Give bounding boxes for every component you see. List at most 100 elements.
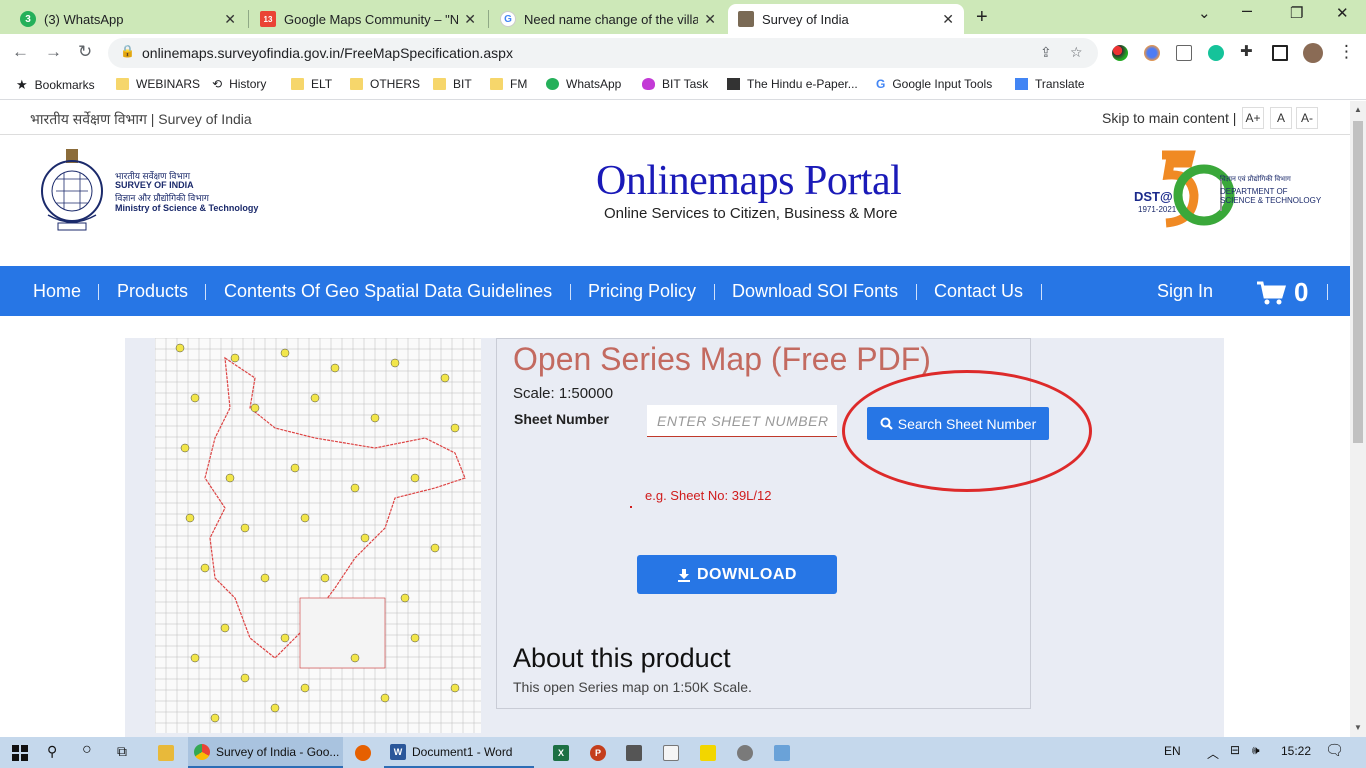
windows-start-icon[interactable] <box>12 745 28 761</box>
newspaper-icon <box>727 78 740 90</box>
close-icon[interactable]: ✕ <box>464 11 476 28</box>
scroll-up-icon[interactable]: ▲ <box>1354 105 1362 114</box>
font-decrease-button[interactable]: A- <box>1296 107 1318 129</box>
side-panel-icon[interactable] <box>1272 45 1288 61</box>
extensions-puzzle-icon[interactable]: ✚ <box>1240 42 1253 60</box>
translate-icon <box>1015 78 1028 90</box>
sheet-number-input[interactable] <box>647 405 837 437</box>
skip-to-content-link[interactable]: Skip to main content | <box>1102 110 1236 126</box>
address-bar[interactable]: 🔒 onlinemaps.surveyofindia.gov.in/FreeMa… <box>108 38 1098 68</box>
menu-icon[interactable]: ⋮ <box>1338 42 1355 62</box>
close-icon[interactable]: ✕ <box>224 11 236 28</box>
bookmark-translate[interactable]: Translate <box>1015 77 1085 91</box>
dst-50-logo[interactable]: DST@ 1971-2021 विज्ञान एवं प्रौद्योगिकी … <box>1132 149 1322 229</box>
bookmark-the-hindu[interactable]: The Hindu e-Paper... <box>727 77 858 91</box>
task-view-icon[interactable]: ⧉ <box>117 743 127 760</box>
cortana-icon[interactable]: ○ <box>82 741 92 759</box>
excel-icon[interactable]: X <box>553 745 569 761</box>
about-product-description: This open Series map on 1:50K Scale. <box>513 679 752 695</box>
bookmark-elt[interactable]: ELT <box>291 77 332 91</box>
map-preview-image <box>155 338 481 733</box>
reload-icon[interactable]: ↻ <box>78 42 92 62</box>
close-icon[interactable]: ✕ <box>942 11 954 28</box>
word-icon: W <box>390 743 406 760</box>
survey-of-india-logo[interactable]: भारतीय सर्वेक्षण विभाग SURVEY OF INDIA व… <box>38 147 288 235</box>
clock-time[interactable]: 15:22 <box>1281 744 1311 758</box>
scroll-thumb[interactable] <box>1353 121 1363 443</box>
bookmark-star-icon[interactable]: ☆ <box>1070 44 1083 61</box>
language-indicator[interactable]: EN <box>1164 744 1181 758</box>
calculator-icon[interactable] <box>626 745 642 761</box>
font-increase-button[interactable]: A+ <box>1242 107 1264 129</box>
bookmark-whatsapp[interactable]: WhatsApp <box>546 77 621 91</box>
firefox-relay-icon[interactable] <box>1144 45 1160 61</box>
network-icon[interactable]: ⊟ <box>1230 743 1240 757</box>
nav-products[interactable]: Products <box>117 281 188 302</box>
new-tab-button[interactable]: + <box>976 6 988 29</box>
notepad-icon[interactable] <box>774 745 790 761</box>
nav-separator <box>916 284 917 300</box>
tab-google-maps-community[interactable]: 13 Google Maps Community – "Nee ✕ <box>250 4 486 34</box>
dst-years: 1971-2021 <box>1138 205 1177 214</box>
folder-icon <box>433 78 446 90</box>
sticky-notes-icon[interactable] <box>700 745 716 761</box>
gmail-icon: 13 <box>260 11 276 27</box>
nav-separator <box>1327 284 1328 300</box>
firefox-icon[interactable] <box>355 745 371 761</box>
lock-icon[interactable]: 🔒 <box>120 44 135 58</box>
product-panel: Open Series Map (Free PDF) Scale: 1:5000… <box>496 338 1049 709</box>
bookmark-webinars[interactable]: WEBINARS <box>116 77 200 91</box>
share-icon[interactable]: ⇪ <box>1040 44 1052 61</box>
bookmark-fm[interactable]: FM <box>490 77 527 91</box>
search-icon[interactable]: ⚲ <box>47 743 57 760</box>
bookmark-history[interactable]: ⟲ History <box>212 77 266 91</box>
scroll-down-icon[interactable]: ▼ <box>1354 723 1362 732</box>
bookmark-bit[interactable]: BIT <box>433 77 472 91</box>
chevron-up-icon[interactable]: ︿ <box>1207 745 1219 762</box>
tab-google-search[interactable]: G Need name change of the village ✕ <box>490 4 726 34</box>
grammarly-icon[interactable] <box>1208 45 1224 61</box>
nav-download-soi-fonts[interactable]: Download SOI Fonts <box>732 281 898 302</box>
download-button[interactable]: DOWNLOAD <box>637 555 837 594</box>
close-window-icon[interactable]: ✕ <box>1336 4 1349 22</box>
close-icon[interactable]: ✕ <box>704 11 716 28</box>
profile-avatar[interactable] <box>1303 43 1323 63</box>
paint-icon[interactable] <box>737 745 753 761</box>
page-scrollbar[interactable]: ▲ ▼ <box>1350 101 1366 737</box>
product-scale: Scale: 1:50000 <box>513 385 614 402</box>
font-normal-button[interactable]: A <box>1270 107 1292 129</box>
main-navbar: Home Products Contents Of Geo Spatial Da… <box>0 266 1350 316</box>
tab-survey-of-india[interactable]: Survey of India ✕ <box>728 4 964 34</box>
tab-search-icon[interactable]: ⌄ <box>1198 4 1211 22</box>
nav-pricing-policy[interactable]: Pricing Policy <box>588 281 696 302</box>
bookmark-bookmarks[interactable]: ★ Bookmarks <box>16 77 95 93</box>
store-icon[interactable] <box>663 745 679 761</box>
logo-english-name: SURVEY OF INDIA <box>115 180 194 190</box>
bookmark-others[interactable]: OTHERS <box>350 77 420 91</box>
notifications-icon[interactable]: 🗨 <box>1325 741 1344 759</box>
nav-sign-in[interactable]: Sign In <box>1157 281 1213 302</box>
cart-button[interactable]: 0 <box>1256 277 1308 308</box>
file-explorer-icon[interactable] <box>158 745 174 761</box>
restore-icon[interactable]: ❐ <box>1290 4 1303 22</box>
bookmark-bit-task[interactable]: BIT Task <box>642 77 708 91</box>
search-sheet-number-button[interactable]: Search Sheet Number <box>867 407 1049 440</box>
nav-geo-spatial-guidelines[interactable]: Contents Of Geo Spatial Data Guidelines <box>224 281 552 302</box>
tab-whatsapp[interactable]: 3 (3) WhatsApp ✕ <box>10 4 246 34</box>
taskbar-word[interactable]: W Document1 - Word <box>384 737 534 768</box>
powerpoint-icon[interactable]: P <box>590 745 606 761</box>
reader-icon[interactable] <box>1176 45 1192 61</box>
taskbar-chrome[interactable]: Survey of India - Goo... <box>188 737 343 768</box>
tab-title: Survey of India <box>762 11 849 27</box>
volume-icon[interactable]: 🕪 <box>1252 743 1260 758</box>
back-icon[interactable]: ← <box>12 42 29 62</box>
google-icon: G <box>500 11 516 27</box>
forward-icon[interactable]: → <box>45 42 62 62</box>
nav-home[interactable]: Home <box>33 281 81 302</box>
bookmark-google-input-tools[interactable]: G Google Input Tools <box>876 77 992 91</box>
minimize-icon[interactable]: – <box>1242 0 1252 21</box>
nav-contact-us[interactable]: Contact Us <box>934 281 1023 302</box>
extension-icon[interactable] <box>1112 45 1128 61</box>
nav-separator <box>1041 284 1042 300</box>
folder-icon <box>490 78 503 90</box>
